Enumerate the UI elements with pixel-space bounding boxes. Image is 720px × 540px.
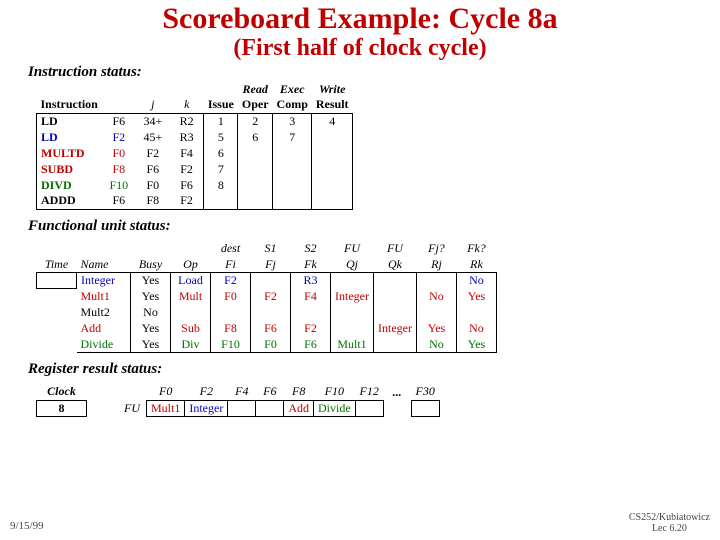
- col-clock: Clock: [37, 384, 87, 400]
- instr-row: LD F6 34+ R2 1 2 3 4: [37, 113, 353, 129]
- instr-row: MULTD F0 F2 F4 6: [37, 145, 353, 161]
- fu-status-table: dest S1 S2 FU FU Fj? Fk? Time Name Busy …: [36, 241, 497, 354]
- fu-row: Add Yes Sub F8 F6 F2 Integer Yes No: [37, 321, 497, 337]
- col-read: Read: [238, 81, 273, 97]
- reg-row: 8 FU Mult1 Integer Add Divide: [37, 400, 440, 416]
- col-exec: Exec: [273, 81, 312, 97]
- slide-subtitle: (First half of clock cycle): [0, 36, 720, 60]
- fu-row: Mult1 Yes Mult F0 F2 F4 Integer No Yes: [37, 289, 497, 305]
- instr-row: SUBD F8 F6 F2 7: [37, 161, 353, 177]
- slide-body: Instruction status: Read Exec Write Inst…: [0, 60, 720, 417]
- col-instruction: Instruction: [37, 97, 102, 113]
- instr-row: DIVD F10 F0 F6 8: [37, 177, 353, 193]
- footer-lec: Lec 6.20: [629, 523, 710, 534]
- fu-row: Mult2 No: [37, 305, 497, 321]
- footer-right: CS252/Kubiatowicz Lec 6.20: [629, 512, 710, 534]
- fu-status-label: Functional unit status:: [28, 218, 700, 235]
- col-k: k: [170, 97, 204, 113]
- reg-status-table: Clock F0 F2 F4 F6 F8 F10 F12 ... F30 8 F…: [36, 384, 440, 417]
- col-oper: Oper: [238, 97, 273, 113]
- footer-course: CS252/Kubiatowicz: [629, 512, 710, 523]
- instr-row: LD F2 45+ R3 5 6 7: [37, 129, 353, 145]
- instruction-status-table: Read Exec Write Instruction j k Issue Op…: [36, 81, 353, 210]
- col-write: Write: [312, 81, 353, 97]
- footer-date: 9/15/99: [10, 520, 44, 532]
- col-j: j: [136, 97, 170, 113]
- instr-row: ADDD F6 F8 F2: [37, 193, 353, 209]
- col-comp: Comp: [273, 97, 312, 113]
- clock-value: 8: [37, 400, 87, 416]
- fu-row: Integer Yes Load F2 R3 No: [37, 273, 497, 289]
- col-result: Result: [312, 97, 353, 113]
- col-issue: Issue: [204, 97, 238, 113]
- slide-title: Scoreboard Example: Cycle 8a: [0, 0, 720, 34]
- reg-status-label: Register result status:: [28, 361, 700, 378]
- fu-row: Divide Yes Div F10 F0 F6 Mult1 No Yes: [37, 337, 497, 353]
- instruction-status-label: Instruction status:: [28, 64, 700, 81]
